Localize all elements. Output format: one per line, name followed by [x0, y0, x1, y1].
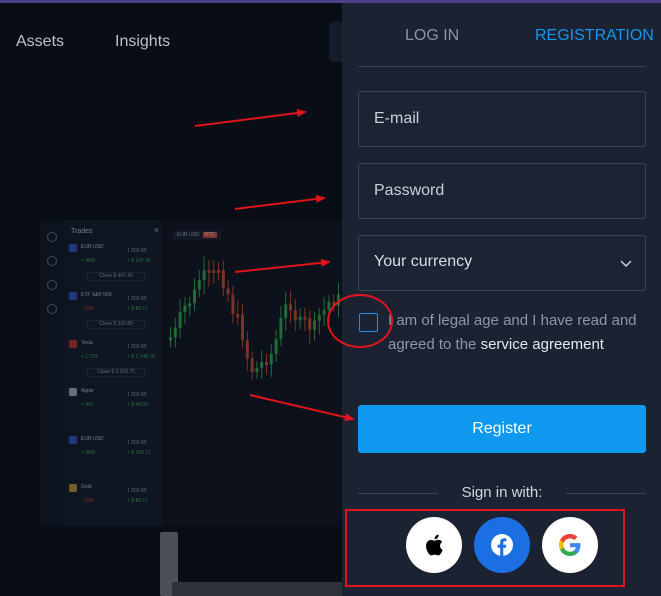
- auth-panel: LOG IN REGISTRATION Your currency I am o…: [342, 3, 661, 596]
- preview-trades-list: Trades × EUR USD + 48% 1 000.00 + $ 147.40 C…: [64, 220, 162, 526]
- preview-chart-tag: EUR USD OTC: [173, 230, 222, 240]
- monitor-stand: [160, 532, 342, 596]
- annotation-box-social: [345, 509, 625, 587]
- preview-candles: [169, 256, 340, 381]
- email-field[interactable]: [359, 92, 645, 146]
- preview-chart: EUR USD OTC: [165, 220, 342, 526]
- sign-in-with-divider: Sign in with:: [358, 483, 646, 503]
- annotation-arrow-email: [194, 109, 307, 127]
- preview-close-icon: ×: [154, 226, 159, 235]
- tab-registration[interactable]: REGISTRATION: [535, 27, 654, 45]
- agreement-text: I am of legal age and I have read and ag…: [388, 309, 638, 357]
- currency-select-label: Your currency: [374, 253, 473, 270]
- password-field[interactable]: [359, 164, 645, 218]
- tab-login[interactable]: LOG IN: [405, 27, 459, 45]
- currency-select[interactable]: Your currency: [358, 235, 646, 291]
- annotation-circle-checkbox: [327, 294, 393, 348]
- register-button[interactable]: Register: [358, 405, 646, 453]
- nav-item-insights[interactable]: Insights: [115, 33, 170, 51]
- chevron-down-icon: [620, 260, 632, 268]
- password-field-wrapper: [358, 163, 646, 219]
- trading-preview-image: Trades × EUR USD + 48% 1 000.00 + $ 147.40 C…: [40, 220, 342, 526]
- preview-trades-title: Trades: [71, 228, 93, 235]
- annotation-arrow-password: [234, 195, 326, 210]
- service-agreement-link[interactable]: service agreement: [481, 336, 604, 353]
- nav-item-assets[interactable]: Assets: [16, 33, 64, 51]
- email-field-wrapper: [358, 91, 646, 147]
- auth-tabs: LOG IN REGISTRATION: [358, 3, 654, 67]
- preview-side-rail: [40, 220, 64, 526]
